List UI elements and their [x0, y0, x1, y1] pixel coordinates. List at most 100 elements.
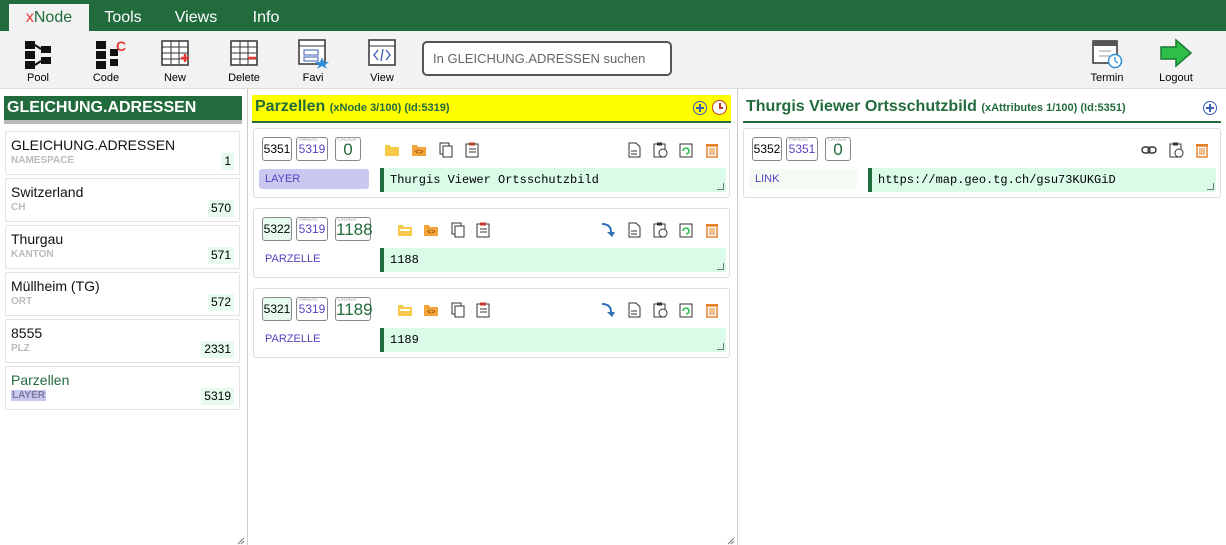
new-label: New	[163, 72, 186, 84]
code-folder-icon[interactable]: <>	[423, 302, 439, 318]
item-type: KANTON	[11, 249, 54, 260]
parent-id-box[interactable]: 5319	[296, 137, 328, 161]
refresh-clipboard-icon[interactable]	[678, 222, 694, 238]
tab-info[interactable]: Info	[240, 4, 292, 31]
list-item[interactable]: GLEICHUNG.ADRESSEN NAMESPACE 1	[5, 131, 240, 175]
item-name: Müllheim (TG)	[11, 278, 100, 294]
code-button[interactable]: C Code	[81, 37, 131, 85]
namespace-title: GLEICHUNG.ADRESSEN	[4, 96, 242, 124]
trash-icon[interactable]	[704, 302, 720, 318]
document-icon[interactable]	[626, 302, 642, 318]
svg-text:<>: <>	[427, 309, 435, 317]
clipboard-clock-icon[interactable]	[1168, 142, 1184, 158]
order-box[interactable]: 0	[335, 137, 361, 161]
attribute-value-field[interactable]: https://map.geo.tg.ch/gsu73KUKGiD	[868, 168, 1216, 192]
list-item[interactable]: Switzerland CH 570	[5, 178, 240, 222]
column-divider-left[interactable]	[247, 89, 248, 545]
refresh-clipboard-icon[interactable]	[678, 142, 694, 158]
add-node-icon[interactable]	[693, 101, 707, 115]
trash-icon[interactable]	[704, 142, 720, 158]
copy-icon[interactable]	[438, 142, 454, 158]
item-id-badge: 2331	[201, 341, 234, 358]
pool-button[interactable]: Pool	[13, 37, 63, 85]
attribute-type-label: LINK	[749, 169, 857, 189]
parent-id-box[interactable]: 5351	[786, 137, 818, 161]
trash-icon[interactable]	[704, 222, 720, 238]
document-icon[interactable]	[626, 142, 642, 158]
favi-button[interactable]: Favi	[288, 37, 338, 85]
item-type: PLZ	[11, 343, 30, 354]
code-folder-icon[interactable]: <>	[423, 222, 439, 238]
document-icon[interactable]	[626, 222, 642, 238]
favi-icon	[298, 39, 329, 69]
node-value-field[interactable]: 1188	[380, 248, 726, 272]
parent-id-box[interactable]: 5319	[296, 297, 328, 321]
termin-button[interactable]: Termin	[1082, 37, 1132, 85]
folder-icon[interactable]	[384, 142, 400, 158]
svg-text:<>: <>	[415, 149, 423, 157]
item-type: ORT	[11, 296, 33, 307]
folder-open-icon[interactable]	[397, 302, 413, 318]
new-table-icon	[161, 40, 189, 66]
copy-icon[interactable]	[450, 302, 466, 318]
panel-meta: (xNode 3/100) (Id:5319)	[330, 102, 450, 114]
list-item[interactable]: 8555 PLZ 2331	[5, 319, 240, 363]
panel-count: 1/100)	[1046, 102, 1078, 114]
view-button[interactable]: View	[357, 37, 407, 85]
clipboard-list-icon[interactable]	[475, 222, 491, 238]
parent-id-box[interactable]: 5319	[296, 217, 328, 241]
item-name: GLEICHUNG.ADRESSEN	[11, 137, 176, 153]
logout-button[interactable]: Logout	[1151, 37, 1201, 85]
history-clock-icon[interactable]	[712, 100, 727, 115]
node-value-field[interactable]: Thurgis Viewer Ortsschutzbild	[380, 168, 726, 192]
search-input[interactable]	[422, 41, 672, 76]
item-id-badge: 572	[207, 294, 234, 311]
clipboard-clock-icon[interactable]	[652, 222, 668, 238]
node-value-field[interactable]: 1189	[380, 328, 726, 352]
order-box[interactable]: 0	[825, 137, 851, 161]
clipboard-clock-icon[interactable]	[652, 302, 668, 318]
resize-handle-icon[interactable]	[237, 537, 245, 545]
list-item[interactable]: Müllheim (TG) ORT 572	[5, 272, 240, 316]
order-box[interactable]: 1188	[335, 217, 373, 241]
order-box[interactable]: 1189	[335, 297, 373, 321]
item-type: CH	[11, 202, 26, 213]
node-type-label: LAYER	[259, 169, 369, 189]
list-item[interactable]: Thurgau KANTON 571	[5, 225, 240, 269]
move-arrow-icon[interactable]	[600, 222, 616, 238]
refresh-clipboard-icon[interactable]	[678, 302, 694, 318]
link-icon[interactable]	[1141, 142, 1157, 158]
pool-label: Pool	[26, 72, 50, 84]
resize-handle-icon[interactable]	[727, 537, 735, 545]
node-id-box[interactable]: 5351	[262, 137, 292, 161]
node-id-box[interactable]: 5321	[262, 297, 292, 321]
new-button[interactable]: New	[150, 37, 200, 85]
delete-button[interactable]: Delete	[219, 37, 269, 85]
code-folder-icon[interactable]: <>	[411, 142, 427, 158]
trash-icon[interactable]	[1194, 142, 1210, 158]
attribute-card: 5352 5351 0 LINK https://map.geo.tg.ch/g…	[743, 128, 1221, 198]
svg-text:<>: <>	[427, 229, 435, 237]
add-attribute-icon[interactable]	[1203, 101, 1217, 115]
right-panel-header: Thurgis Viewer Ortsschutzbild (xAttribut…	[743, 95, 1221, 123]
clipboard-list-icon[interactable]	[475, 302, 491, 318]
move-arrow-icon[interactable]	[600, 302, 616, 318]
panel-id: (Id:5319)	[404, 102, 450, 114]
column-divider-right[interactable]	[737, 89, 738, 545]
pool-icon	[25, 41, 51, 69]
toolbar: Pool C Code New Delete Favi View In GLEI…	[0, 31, 1226, 89]
node-card: 5351 5319 0 <> LAYER Thurgis Viewer Orts…	[253, 128, 730, 198]
node-id-box[interactable]: 5352	[752, 137, 782, 161]
clipboard-list-icon[interactable]	[464, 142, 480, 158]
tab-xnode-label: Node	[33, 9, 73, 26]
clipboard-clock-icon[interactable]	[652, 142, 668, 158]
tab-xnode[interactable]: xNode	[9, 4, 89, 31]
node-id-box[interactable]: 5322	[262, 217, 292, 241]
folder-open-icon[interactable]	[397, 222, 413, 238]
item-id-badge: 5319	[201, 388, 234, 405]
list-item-selected[interactable]: Parzellen LAYER 5319	[5, 366, 240, 410]
tab-views[interactable]: Views	[162, 4, 230, 31]
copy-icon[interactable]	[450, 222, 466, 238]
delete-label: Delete	[228, 72, 260, 84]
tab-tools[interactable]: Tools	[92, 4, 154, 31]
